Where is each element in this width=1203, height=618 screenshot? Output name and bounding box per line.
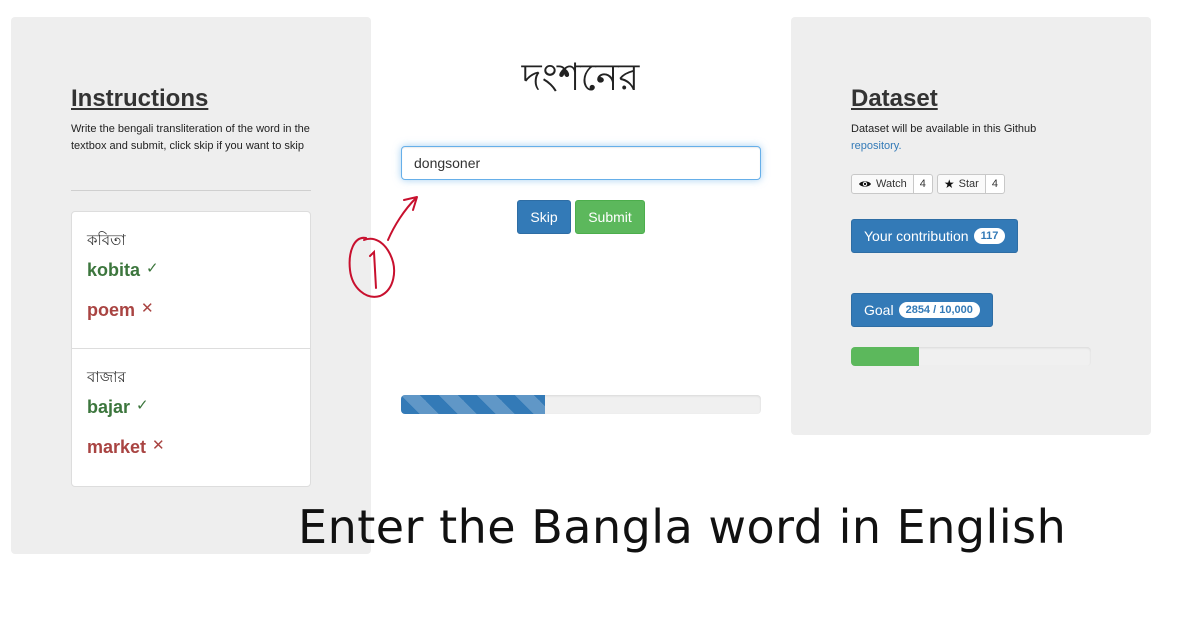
instructions-panel: Instructions Write the bengali translite… bbox=[11, 17, 371, 554]
session-progress-bar bbox=[401, 395, 761, 414]
caption-text: Enter the Bangla word in English bbox=[298, 500, 1067, 554]
instructions-title: Instructions bbox=[71, 85, 209, 112]
example-item: কবিতা kobita ✓ poem ✕ bbox=[72, 212, 310, 349]
transliteration-input[interactable] bbox=[401, 146, 761, 180]
star-icon: ★ bbox=[943, 177, 955, 191]
goal-badge: 2854 / 10,000 bbox=[898, 302, 980, 318]
example-translation-row: poem ✕ bbox=[87, 300, 154, 321]
divider bbox=[71, 190, 311, 191]
example-transliteration-row: kobita ✓ bbox=[87, 260, 159, 281]
submit-button[interactable]: Submit bbox=[575, 200, 645, 234]
cross-icon: ✕ bbox=[152, 437, 165, 454]
cross-icon: ✕ bbox=[141, 300, 154, 317]
examples-list: কবিতা kobita ✓ poem ✕ বাজার bajar ✓ market ✕ bbox=[71, 211, 311, 487]
example-bangla-word: কবিতা bbox=[87, 231, 126, 249]
contribution-button[interactable]: Your contribution 117 bbox=[851, 219, 1019, 253]
dataset-description: Dataset will be available in this Github bbox=[851, 123, 1037, 135]
contribution-label: Your contribution bbox=[864, 228, 969, 244]
bangla-word-title: দংশনের bbox=[521, 55, 640, 99]
example-transliteration-row: bajar ✓ bbox=[87, 397, 149, 418]
annotation-arrow-icon bbox=[348, 196, 418, 298]
example-translation-row: market ✕ bbox=[87, 437, 165, 458]
skip-button[interactable]: Skip bbox=[517, 200, 571, 234]
check-icon: ✓ bbox=[146, 260, 159, 277]
watch-group: Watch 4 bbox=[851, 174, 933, 194]
watch-count[interactable]: 4 bbox=[913, 174, 933, 194]
star-group: ★ Star 4 bbox=[936, 174, 1005, 194]
example-bangla-word: বাজার bbox=[87, 368, 126, 386]
example-translation: poem bbox=[87, 300, 136, 320]
watch-label: Watch bbox=[876, 178, 907, 190]
dataset-panel: Dataset Dataset will be available in thi… bbox=[791, 17, 1151, 435]
repository-link[interactable]: repository. bbox=[851, 140, 902, 152]
example-transliteration: kobita bbox=[87, 260, 141, 280]
goal-label: Goal bbox=[864, 302, 894, 318]
example-transliteration: bajar bbox=[87, 397, 131, 417]
goal-progress-bar bbox=[851, 347, 1091, 366]
example-item: বাজার bajar ✓ market ✕ bbox=[72, 349, 310, 486]
watch-button[interactable]: Watch bbox=[851, 174, 914, 194]
star-count[interactable]: 4 bbox=[985, 174, 1005, 194]
star-button[interactable]: ★ Star bbox=[936, 174, 986, 194]
example-translation: market bbox=[87, 437, 147, 457]
dataset-text: Dataset will be available in this Github… bbox=[851, 121, 1091, 154]
page: Instructions Write the bengali translite… bbox=[0, 0, 1203, 618]
dataset-title: Dataset bbox=[851, 85, 938, 112]
github-buttons: Watch 4 ★ Star 4 bbox=[851, 174, 1005, 194]
eye-icon bbox=[859, 181, 871, 187]
contribution-badge: 117 bbox=[973, 228, 1006, 244]
session-progress-fill bbox=[401, 395, 545, 414]
instructions-text: Write the bengali transliteration of the… bbox=[71, 123, 310, 152]
goal-button[interactable]: Goal 2854 / 10,000 bbox=[851, 293, 993, 327]
star-label: Star bbox=[958, 178, 979, 190]
check-icon: ✓ bbox=[136, 397, 149, 414]
goal-progress-fill bbox=[851, 347, 920, 366]
